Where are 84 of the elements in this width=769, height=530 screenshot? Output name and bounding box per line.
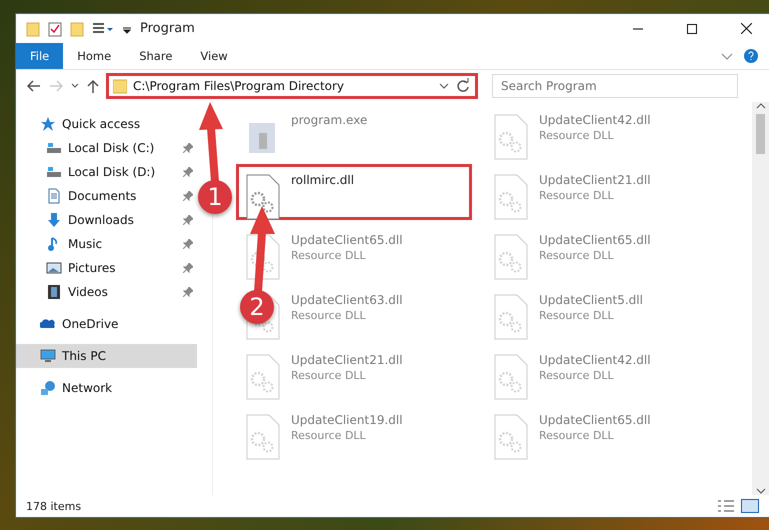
details-view-icon[interactable]	[717, 499, 735, 513]
address-bar[interactable]: C:\Program Files\Program Directory	[106, 73, 478, 99]
file-name[interactable]: UpdateClient21.dll	[539, 173, 651, 187]
picture-icon	[46, 260, 62, 276]
ribbon-tab[interactable]: File	[16, 43, 64, 69]
pc-icon	[40, 348, 56, 364]
network-icon	[40, 380, 56, 396]
ribbon-tab[interactable]: Share	[125, 43, 186, 69]
address-path: C:\Program Files\Program Directory	[133, 79, 346, 93]
file-type: Resource DLL	[291, 249, 367, 262]
file-name[interactable]: UpdateClient19.dll	[291, 413, 403, 427]
nav-label: Network	[62, 381, 114, 395]
scrollbar[interactable]	[752, 102, 769, 495]
selected-file-item[interactable]: rollmirc.dll	[236, 164, 472, 220]
video-icon	[46, 284, 62, 300]
nav-label: Local Disk (C:)	[68, 141, 156, 155]
file-name[interactable]: rollmirc.dll	[291, 173, 354, 187]
nav-item[interactable]: Quick access	[16, 112, 197, 136]
nav-label: Pictures	[68, 261, 117, 275]
nav-item[interactable]: Documents	[16, 184, 197, 208]
file-name[interactable]: UpdateClient5.dll	[539, 293, 643, 307]
file-name[interactable]: program.exe	[291, 113, 368, 127]
nav-item[interactable]: Local Disk (D:)	[16, 160, 197, 184]
file-name[interactable]: UpdateClient42.dll	[539, 353, 651, 367]
scroll-thumb[interactable]	[756, 114, 765, 154]
pin-icon	[183, 191, 193, 201]
nav-label: OneDrive	[62, 317, 120, 331]
window-title: Program	[140, 21, 196, 36]
pin-icon	[183, 143, 193, 153]
file-type: Resource DLL	[539, 429, 615, 442]
up-icon[interactable]	[86, 78, 100, 94]
nav-label: Quick access	[62, 117, 142, 131]
nav-item[interactable]: Local Disk (C:)	[16, 136, 197, 160]
file-type: Resource DLL	[539, 129, 615, 142]
dropdown-icon[interactable]	[439, 81, 449, 91]
disk-icon	[46, 164, 62, 180]
back-icon[interactable]	[26, 78, 42, 94]
nav-item[interactable]: Downloads	[16, 208, 197, 232]
file-type: Resource DLL	[539, 189, 615, 202]
file-name[interactable]: UpdateClient21.dll	[291, 353, 403, 367]
nav-item[interactable]: This PC	[16, 344, 197, 368]
file-type: Resource DLL	[539, 309, 615, 322]
scroll-up-icon[interactable]	[756, 102, 766, 110]
large-icons-view-icon[interactable]	[741, 499, 759, 513]
nav-item[interactable]: Music	[16, 232, 197, 256]
download-icon	[46, 212, 62, 228]
file-name[interactable]: UpdateClient42.dll	[539, 113, 651, 127]
ribbon-tab[interactable]: Home	[63, 43, 126, 69]
nav-item[interactable]: Videos	[16, 280, 197, 304]
file-name[interactable]: UpdateClient63.dll	[291, 293, 403, 307]
pin-icon	[183, 287, 193, 297]
pin-icon	[183, 167, 193, 177]
nav-label: Documents	[68, 189, 138, 203]
nav-item[interactable]: OneDrive	[16, 312, 197, 336]
file-type: Resource DLL	[539, 249, 615, 262]
nav-label: Local Disk (D:)	[68, 165, 156, 179]
star-icon	[40, 116, 56, 132]
file-type: Resource DLL	[291, 369, 367, 382]
file-type: Resource DLL	[291, 309, 367, 322]
file-name[interactable]: UpdateClient65.dll	[539, 413, 651, 427]
pin-icon	[183, 263, 193, 273]
nav-item[interactable]: Pictures	[16, 256, 197, 280]
file-name[interactable]: UpdateClient65.dll	[291, 233, 403, 247]
disk-icon	[46, 140, 62, 156]
properties-icon[interactable]	[48, 20, 62, 36]
maximize-icon	[687, 24, 697, 34]
search-field[interactable]: Search Program	[492, 74, 738, 98]
pin-icon	[183, 215, 193, 225]
folder-icon	[113, 78, 127, 94]
nav-label: Downloads	[68, 213, 135, 227]
item-count: 178 items	[26, 500, 82, 512]
ribbon-tab[interactable]: View	[186, 43, 242, 69]
nav-item[interactable]: Network	[16, 376, 197, 400]
scroll-down-icon[interactable]	[756, 487, 766, 495]
nav-label: Videos	[68, 285, 109, 299]
file-type: Resource DLL	[291, 429, 367, 442]
file-type: Resource DLL	[539, 369, 615, 382]
nav-label: This PC	[62, 349, 107, 363]
doc-icon	[46, 188, 62, 204]
pin-icon	[183, 239, 193, 249]
close-icon	[740, 23, 752, 34]
refresh-icon[interactable]	[455, 78, 471, 94]
file-name[interactable]: UpdateClient65.dll	[539, 233, 651, 247]
nav-label: Music	[68, 237, 104, 251]
